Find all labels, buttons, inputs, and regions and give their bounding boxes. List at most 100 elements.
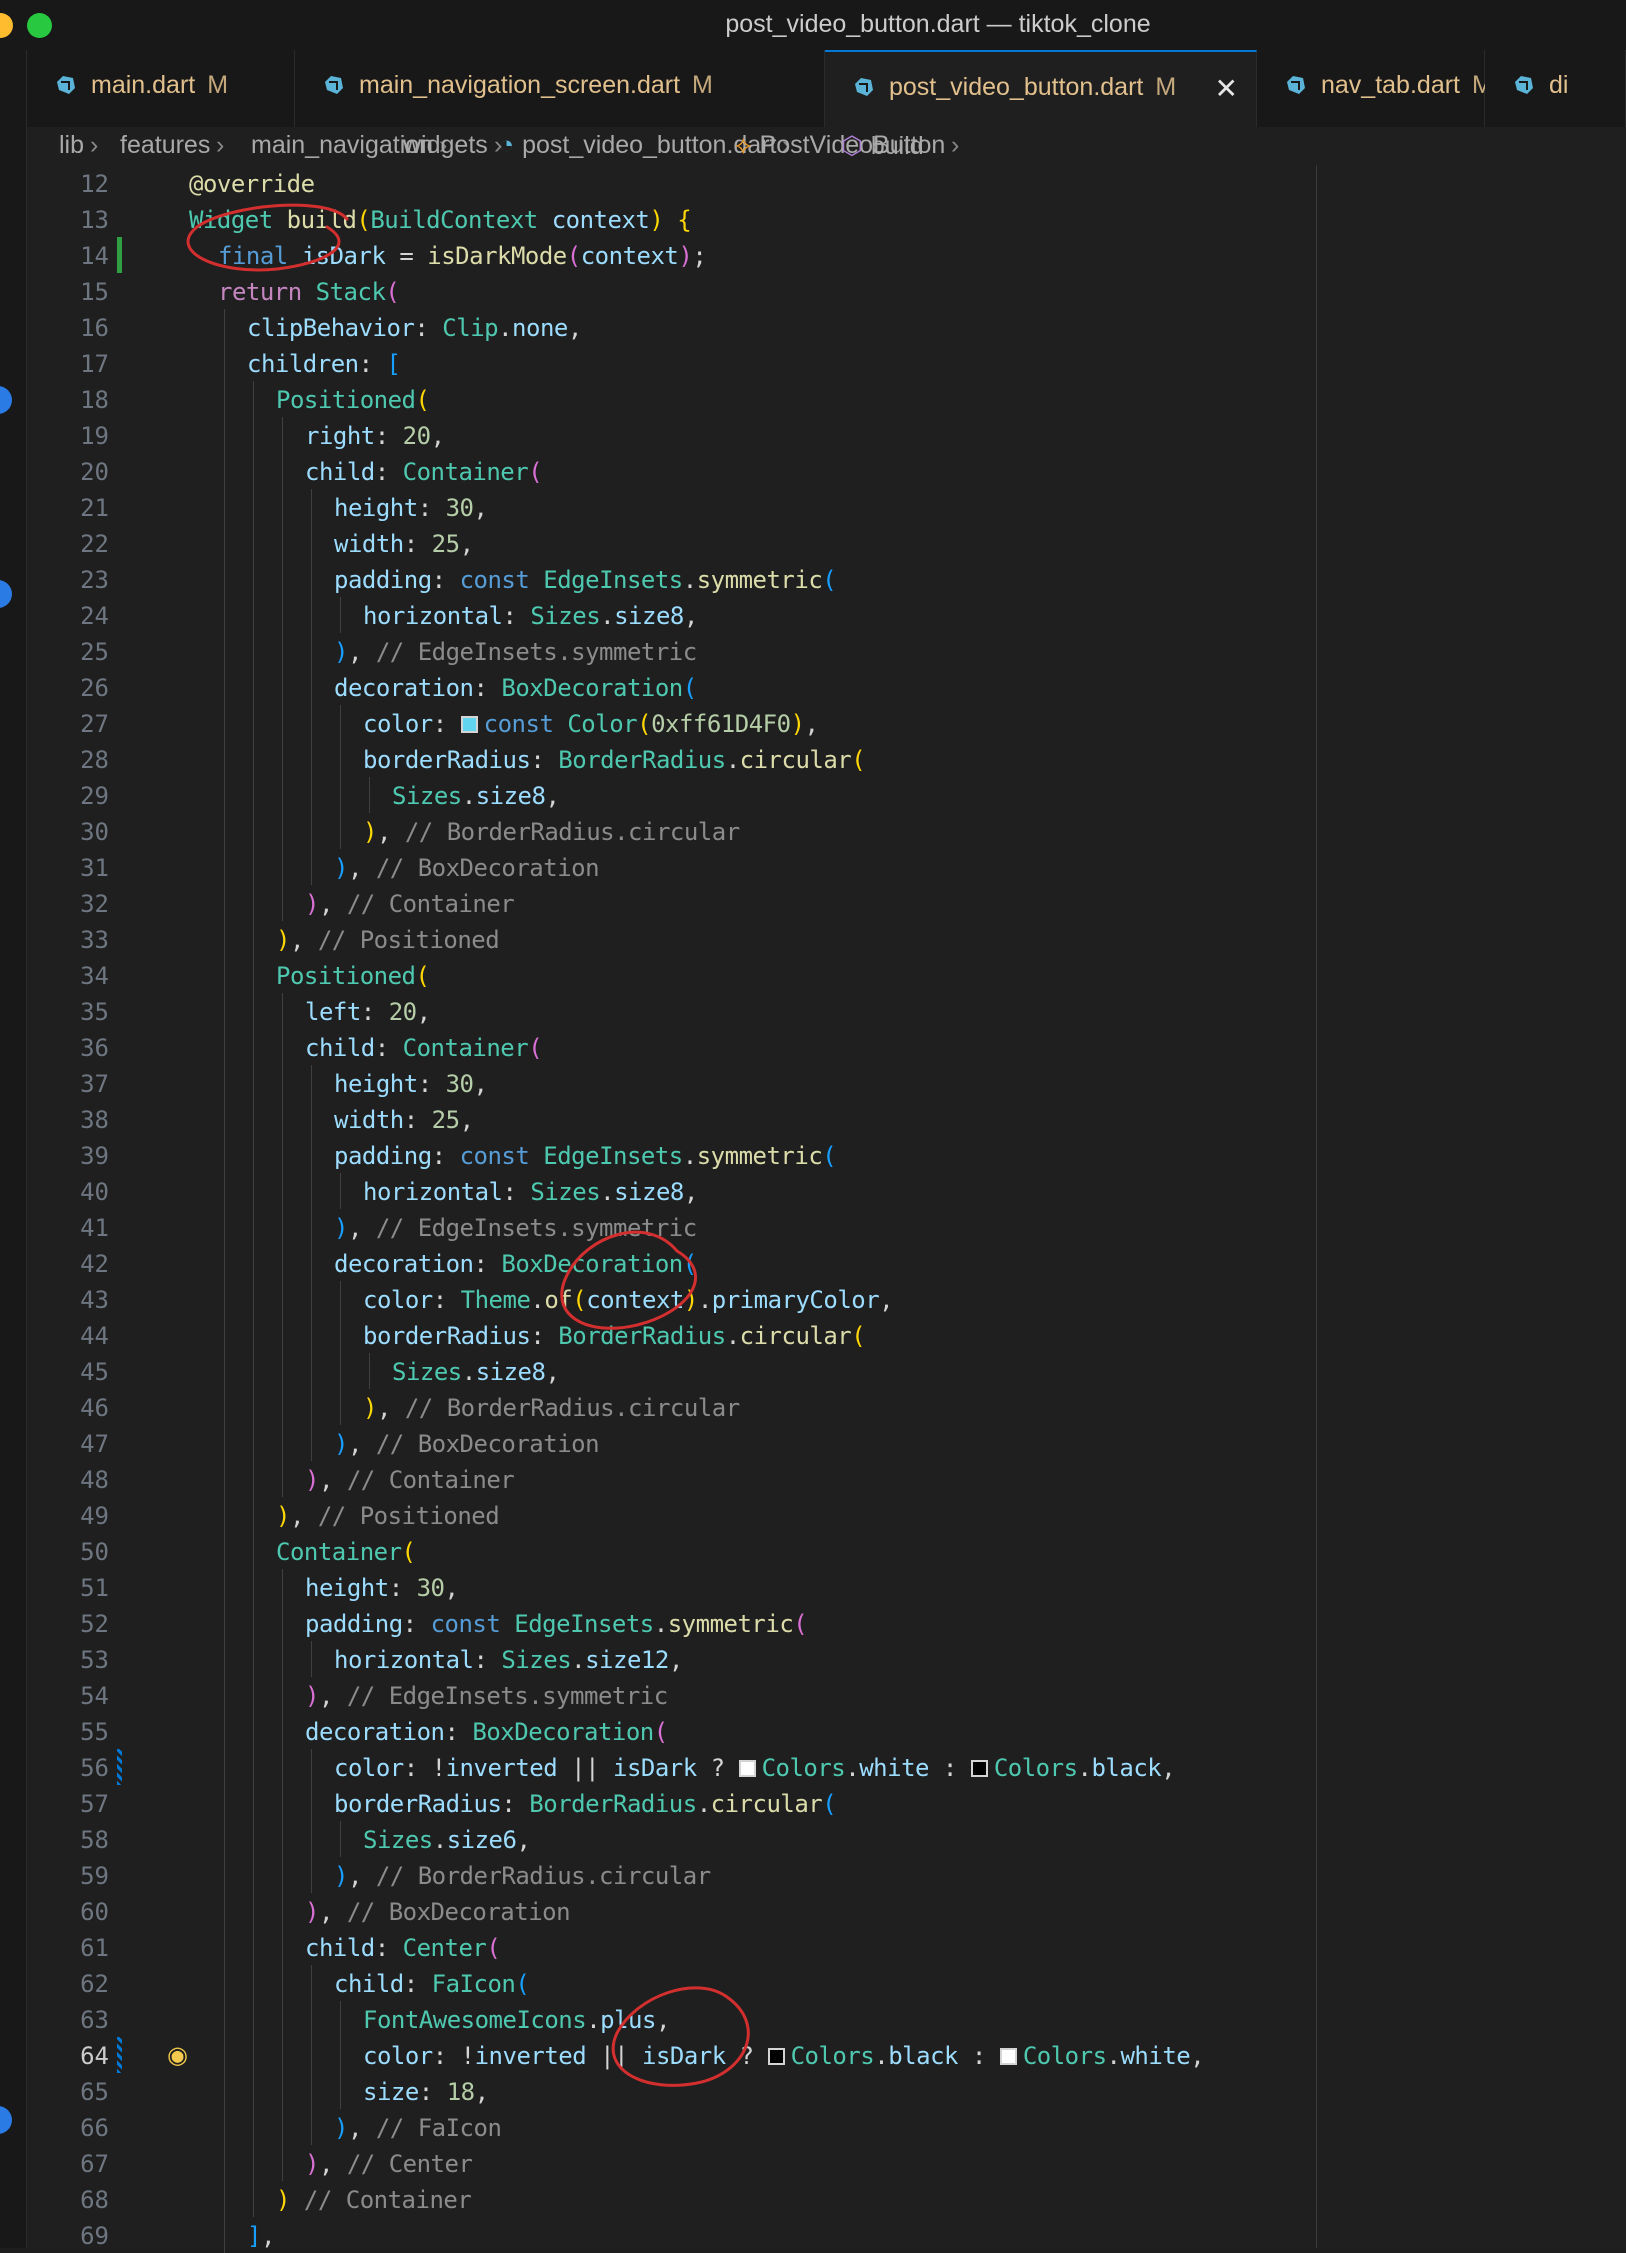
line-number[interactable]: 15 — [27, 278, 109, 306]
code-line[interactable]: 63 FontAwesomeIcons.plus, — [27, 2001, 1626, 2037]
line-number[interactable]: 42 — [27, 1250, 109, 1278]
line-number[interactable]: 56 — [27, 1754, 109, 1782]
code-line[interactable]: 34 Positioned( — [27, 957, 1626, 993]
line-number[interactable]: 50 — [27, 1538, 109, 1566]
line-number[interactable]: 29 — [27, 782, 109, 810]
tab-4[interactable]: nav_tab.dart M — [1257, 50, 1493, 127]
line-number[interactable]: 52 — [27, 1610, 109, 1638]
line-number[interactable]: 55 — [27, 1718, 109, 1746]
line-number[interactable]: 48 — [27, 1466, 109, 1494]
line-number[interactable]: 18 — [27, 386, 109, 414]
line-number[interactable]: 64 — [27, 2042, 109, 2070]
line-number[interactable]: 33 — [27, 926, 109, 954]
code-line[interactable]: 51 height: 30, — [27, 1569, 1626, 1605]
line-number[interactable]: 53 — [27, 1646, 109, 1674]
code-editor[interactable]: 12 @override 13 Widget build(BuildContext c… — [27, 165, 1626, 2253]
color-swatch-icon[interactable] — [460, 716, 478, 733]
line-number[interactable]: 14 — [27, 242, 109, 270]
line-number[interactable]: 12 — [27, 170, 109, 198]
code-line[interactable]: 53 horizontal: Sizes.size12, — [27, 1641, 1626, 1677]
code-line[interactable]: 32), // Container — [27, 885, 1626, 921]
line-number[interactable]: 32 — [27, 890, 109, 918]
git-modified-indicator[interactable] — [117, 1749, 122, 1785]
line-number[interactable]: 31 — [27, 854, 109, 882]
line-number[interactable]: 46 — [27, 1394, 109, 1422]
code-line[interactable]: 45 Sizes.size8, — [27, 1353, 1626, 1389]
code-line[interactable]: 27 color: const Color(0xff61D4F0), — [27, 705, 1626, 741]
code-line[interactable]: 52 padding: const EdgeInsets.symmetric( — [27, 1605, 1626, 1641]
line-number[interactable]: 66 — [27, 2114, 109, 2142]
line-number[interactable]: 62 — [27, 1970, 109, 1998]
code-line[interactable]: 48), // Container — [27, 1461, 1626, 1497]
tab-1[interactable]: main.dart M — [27, 50, 295, 127]
code-line[interactable]: 31), // BoxDecoration — [27, 849, 1626, 885]
line-number[interactable]: 57 — [27, 1790, 109, 1818]
tab-2[interactable]: main_navigation_screen.dart M — [295, 50, 825, 127]
code-line[interactable]: 55 decoration: BoxDecoration( — [27, 1713, 1626, 1749]
git-modified-indicator[interactable] — [117, 2037, 122, 2073]
code-line[interactable]: 40 horizontal: Sizes.size8, — [27, 1173, 1626, 1209]
line-number[interactable]: 65 — [27, 2078, 109, 2106]
code-line[interactable]: 37 height: 30, — [27, 1065, 1626, 1101]
line-number[interactable]: 68 — [27, 2186, 109, 2214]
code-line[interactable]: 24 horizontal: Sizes.size8, — [27, 597, 1626, 633]
code-line[interactable]: 61 child: Center( — [27, 1929, 1626, 1965]
code-line[interactable]: 38 width: 25, — [27, 1101, 1626, 1137]
code-line[interactable]: 44 borderRadius: BorderRadius.circular( — [27, 1317, 1626, 1353]
git-added-indicator[interactable] — [117, 237, 122, 273]
code-line[interactable]: 43 color: Theme.of(context).primaryColor, — [27, 1281, 1626, 1317]
line-number[interactable]: 58 — [27, 1826, 109, 1854]
code-line[interactable]: 15 return Stack( — [27, 273, 1626, 309]
line-number[interactable]: 17 — [27, 350, 109, 378]
code-line[interactable]: 60), // BoxDecoration — [27, 1893, 1626, 1929]
code-line[interactable]: 16 clipBehavior: Clip.none, — [27, 309, 1626, 345]
line-number[interactable]: 59 — [27, 1862, 109, 1890]
line-number[interactable]: 22 — [27, 530, 109, 558]
line-number[interactable]: 54 — [27, 1682, 109, 1710]
breadcrumb-item[interactable]: features — [120, 131, 210, 160]
code-line[interactable]: 25), // EdgeInsets.symmetric — [27, 633, 1626, 669]
tab-5[interactable]: di — [1485, 50, 1626, 127]
line-number[interactable]: 67 — [27, 2150, 109, 2178]
code-line[interactable]: 57 borderRadius: BorderRadius.circular( — [27, 1785, 1626, 1821]
line-number[interactable]: 36 — [27, 1034, 109, 1062]
line-number[interactable]: 35 — [27, 998, 109, 1026]
line-number[interactable]: 69 — [27, 2222, 109, 2250]
line-number[interactable]: 40 — [27, 1178, 109, 1206]
line-number[interactable]: 34 — [27, 962, 109, 990]
code-line[interactable]: 39 padding: const EdgeInsets.symmetric( — [27, 1137, 1626, 1173]
line-number[interactable]: 21 — [27, 494, 109, 522]
line-number[interactable]: 27 — [27, 710, 109, 738]
line-number[interactable]: 49 — [27, 1502, 109, 1530]
code-line[interactable]: 22 width: 25, — [27, 525, 1626, 561]
line-number[interactable]: 41 — [27, 1214, 109, 1242]
line-number[interactable]: 37 — [27, 1070, 109, 1098]
code-line[interactable]: 13 Widget build(BuildContext context) { — [27, 201, 1626, 237]
line-number[interactable]: 51 — [27, 1574, 109, 1602]
code-line[interactable]: 58 Sizes.size6, — [27, 1821, 1626, 1857]
line-number[interactable]: 19 — [27, 422, 109, 450]
code-line[interactable]: 42 decoration: BoxDecoration( — [27, 1245, 1626, 1281]
line-number[interactable]: 26 — [27, 674, 109, 702]
code-line[interactable]: 18 Positioned( — [27, 381, 1626, 417]
code-line[interactable]: 41), // EdgeInsets.symmetric — [27, 1209, 1626, 1245]
code-line[interactable]: 23 padding: const EdgeInsets.symmetric( — [27, 561, 1626, 597]
code-line[interactable]: 46), // BorderRadius.circular — [27, 1389, 1626, 1425]
code-line[interactable]: 47), // BoxDecoration — [27, 1425, 1626, 1461]
code-line[interactable]: 29 Sizes.size8, — [27, 777, 1626, 813]
line-number[interactable]: 39 — [27, 1142, 109, 1170]
code-line[interactable]: 19 right: 20, — [27, 417, 1626, 453]
code-line[interactable]: 20 child: Container( — [27, 453, 1626, 489]
code-line[interactable]: 64 ◉ color: !inverted || isDark ? Colors.b… — [27, 2037, 1626, 2073]
code-line[interactable]: 30), // BorderRadius.circular — [27, 813, 1626, 849]
line-number[interactable]: 25 — [27, 638, 109, 666]
lightbulb-icon[interactable]: ◉ — [167, 2041, 188, 2069]
code-line[interactable]: 49), // Positioned — [27, 1497, 1626, 1533]
line-number[interactable]: 28 — [27, 746, 109, 774]
breadcrumb-item[interactable]: ⬡ build — [841, 131, 924, 161]
color-swatch-icon[interactable] — [999, 2048, 1017, 2065]
code-line[interactable]: 28 borderRadius: BorderRadius.circular( — [27, 741, 1626, 777]
code-line[interactable]: 65 size: 18, — [27, 2073, 1626, 2109]
line-number[interactable]: 43 — [27, 1286, 109, 1314]
code-line[interactable]: 54), // EdgeInsets.symmetric — [27, 1677, 1626, 1713]
